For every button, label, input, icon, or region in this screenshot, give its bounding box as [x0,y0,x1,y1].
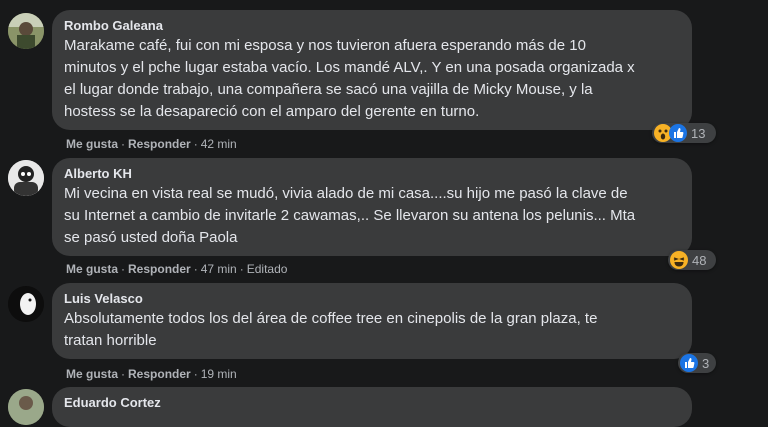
edited-label: Editado [246,262,288,276]
haha-icon [670,251,688,269]
like-icon [680,354,698,372]
like-button[interactable]: Me gusta [66,137,118,151]
reaction-summary[interactable]: 3 [678,353,716,373]
separator: · [121,137,126,151]
comment-text: Absolutamente todos los del área de coff… [64,308,680,352]
comment-author[interactable]: Rombo Galeana [64,18,680,34]
reaction-count: 13 [691,125,706,141]
comment-line: se pasó usted doña Paola [64,229,238,246]
comment-bubble: Alberto KH Mi vecina en vista real se mu… [52,158,692,256]
avatar[interactable] [8,160,44,196]
comment-text: Mi vecina en vista real se mudó, vivia a… [64,183,680,249]
reply-button[interactable]: Responder [128,367,191,381]
timestamp[interactable]: 47 min [201,262,237,276]
timestamp[interactable]: 42 min [201,137,237,151]
comment-author[interactable]: Luis Velasco [64,291,680,307]
like-button[interactable]: Me gusta [66,367,118,381]
separator: · [239,262,244,276]
comment-actions: Me gusta · Responder · 47 min · Editado [66,261,287,277]
comment-line: tratan horrible [64,332,157,349]
separator: · [121,367,126,381]
comment-author[interactable]: Eduardo Cortez [64,395,680,411]
separator: · [193,367,198,381]
like-button[interactable]: Me gusta [66,262,118,276]
comment-author[interactable]: Alberto KH [64,166,680,182]
comment-text: Marakame café, fui con mi esposa y nos t… [64,35,680,123]
like-icon [669,124,687,142]
avatar-image [8,13,44,49]
separator: · [193,262,198,276]
comment-line: Absolutamente todos los del área de coff… [64,310,598,327]
comment-line: hostess se la desapareció con el amparo … [64,103,480,120]
separator: · [193,137,198,151]
comment-line: Marakame café, fui con mi esposa y nos t… [64,37,586,54]
comment-actions: Me gusta · Responder · 19 min [66,366,237,382]
comment-actions: Me gusta · Responder · 42 min [66,136,237,152]
comment-line: su Internet a cambio de invitarle 2 cawa… [64,207,636,224]
comment-bubble: Eduardo Cortez [52,387,692,427]
comment-line: minutos y el pche lugar estaba vacío. Lo… [64,59,635,76]
avatar[interactable] [8,13,44,49]
comment-bubble: Rombo Galeana Marakame café, fui con mi … [52,10,692,130]
avatar-image [8,160,44,196]
avatar[interactable] [8,389,44,425]
timestamp[interactable]: 19 min [201,367,237,381]
comment-line: el lugar donde trabajo, una compañera se… [64,81,593,98]
avatar-image [8,286,44,322]
reaction-count: 3 [702,355,710,371]
reply-button[interactable]: Responder [128,137,191,151]
reaction-count: 48 [692,252,707,268]
comment-line: Mi vecina en vista real se mudó, vivia a… [64,185,628,202]
avatar[interactable] [8,286,44,322]
avatar-image [8,389,44,425]
reply-button[interactable]: Responder [128,262,191,276]
reaction-summary[interactable]: 48 [668,250,716,270]
separator: · [121,262,126,276]
comment-bubble: Luis Velasco Absolutamente todos los del… [52,283,692,359]
reaction-summary[interactable]: 13 [652,123,716,143]
